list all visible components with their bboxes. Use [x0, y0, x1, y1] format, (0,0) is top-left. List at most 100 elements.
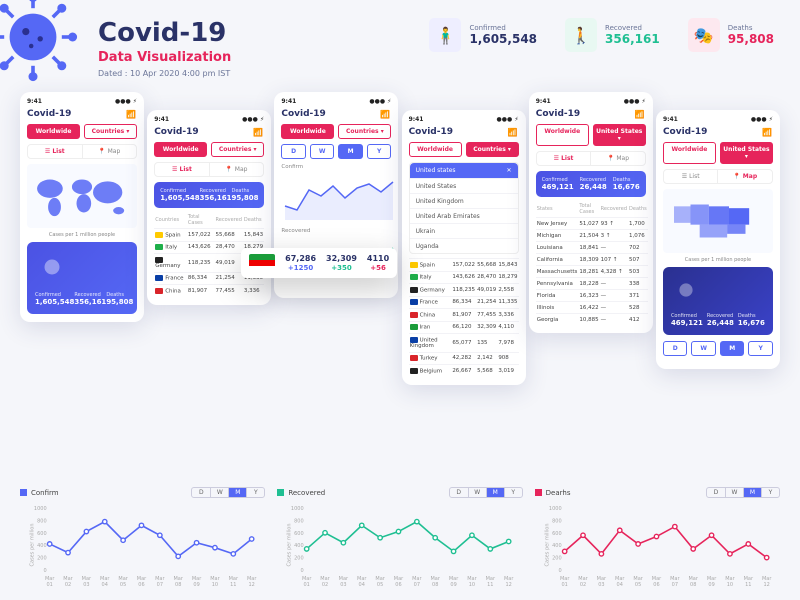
table-row[interactable]: Florida16,323—371	[536, 290, 648, 302]
tab-worldwide[interactable]: Worldwide	[27, 124, 80, 139]
bottom-chart-recovered: Recovered DWMY Cases per million 0200400…	[277, 487, 522, 590]
tab-countries[interactable]: Countries ▾	[466, 142, 519, 157]
svg-text:04: 04	[102, 582, 108, 588]
toggle-list[interactable]: ☰ List	[537, 152, 591, 165]
table-row[interactable]: Louisiana18,841—702	[536, 242, 648, 254]
svg-text:08: 08	[690, 582, 696, 588]
table-row[interactable]: New Jersey51,02793 ↑1,700	[536, 218, 648, 230]
table-row[interactable]: Massachusetts18,2814,328 ↑503	[536, 266, 648, 278]
table-row[interactable]: China81,90777,4553,336	[409, 309, 519, 322]
svg-text:400: 400	[294, 543, 304, 549]
chart-label-confirm: Confirm	[281, 164, 391, 170]
svg-text:04: 04	[616, 582, 622, 588]
tab-worldwide[interactable]: Worldwide	[409, 142, 462, 157]
tab-worldwide[interactable]: Worldwide	[281, 124, 334, 139]
range-m[interactable]: M	[338, 144, 363, 159]
svg-text:1000: 1000	[34, 506, 47, 512]
dropdown-item[interactable]: Uganda	[410, 238, 518, 253]
tab-worldwide[interactable]: Worldwide	[536, 124, 589, 146]
chart-icon[interactable]: 📶	[126, 110, 136, 119]
virus-icon	[0, 0, 78, 82]
svg-text:10: 10	[726, 582, 732, 588]
close-icon[interactable]: ✕	[507, 167, 512, 174]
toggle-map[interactable]: 📍 Map	[590, 152, 645, 165]
svg-text:09: 09	[451, 582, 457, 588]
dropdown-item[interactable]: Ukrain	[410, 223, 518, 238]
signal-icon: ●●● ⚡	[115, 98, 137, 105]
tab-us[interactable]: United States ▾	[720, 142, 773, 164]
chart-icon[interactable]: 📶	[380, 110, 390, 119]
svg-text:06: 06	[396, 582, 402, 588]
svg-text:04: 04	[359, 582, 365, 588]
range-w[interactable]: W	[691, 341, 716, 356]
range-y[interactable]: Y	[748, 341, 773, 356]
range-d[interactable]: D	[663, 341, 688, 356]
world-map[interactable]	[27, 164, 137, 228]
table-row[interactable]: Iran66,12032,3094,110	[409, 321, 519, 334]
svg-text:08: 08	[175, 582, 181, 588]
table-row[interactable]: California18,309107 ↑507	[536, 254, 648, 266]
range-tabs[interactable]: DWMY	[449, 487, 523, 498]
screen-country-list: 9:41●●● ⚡ Covid-19📶 WorldwideCountries ▾…	[147, 110, 271, 305]
range-d[interactable]: D	[281, 144, 306, 159]
page-subtitle: Data Visualization	[98, 50, 231, 65]
stat-confirmed: 🧍‍♂️ Confirmed1,605,548	[429, 18, 537, 52]
dropdown-item[interactable]: United Kingdom	[410, 193, 518, 208]
chart-icon[interactable]: 📶	[762, 128, 772, 137]
country-dropdown[interactable]: United states✕ United StatesUnited Kingd…	[409, 162, 519, 254]
toggle-map[interactable]: 📍 Map	[717, 170, 772, 183]
svg-text:0: 0	[558, 568, 561, 574]
bottom-chart-deaths: Dearhs DWMY Cases per million 0200400600…	[535, 487, 780, 590]
table-row[interactable]: Illinois16,422—528	[536, 302, 648, 314]
svg-text:02: 02	[322, 582, 328, 588]
toggle-list[interactable]: ☰ List	[28, 145, 82, 158]
svg-text:02: 02	[65, 582, 71, 588]
page-title: Covid-19	[98, 18, 231, 48]
range-w[interactable]: W	[310, 144, 335, 159]
table-row[interactable]: Germany118,23549,0192,558	[409, 284, 519, 297]
table-row[interactable]: Turkey42,2822,142908	[409, 352, 519, 365]
us-map[interactable]	[663, 189, 773, 253]
svg-text:09: 09	[708, 582, 714, 588]
chart-icon[interactable]: 📶	[253, 128, 263, 137]
range-tabs[interactable]: DWMY	[191, 487, 265, 498]
tab-countries[interactable]: Countries ▾	[338, 124, 391, 139]
table-row[interactable]: Italy143,62628,47018,279	[409, 271, 519, 284]
kpi-strip-us: Confirmed469,121 Recovered26,448 Deaths1…	[536, 171, 646, 197]
svg-text:09: 09	[193, 582, 199, 588]
toggle-map[interactable]: 📍 Map	[82, 145, 137, 158]
tab-worldwide[interactable]: Worldwide	[663, 142, 716, 164]
toggle-map[interactable]: 📍 Map	[209, 163, 264, 176]
tab-countries[interactable]: Countries ▾	[211, 142, 264, 157]
tab-worldwide[interactable]: Worldwide	[154, 142, 207, 157]
svg-text:1000: 1000	[549, 506, 562, 512]
page-date: Dated : 10 Apr 2020 4:00 pm IST	[98, 69, 231, 78]
table-row[interactable]: Pennsylvania18,228—338	[536, 278, 648, 290]
table-row[interactable]: Georgia10,885—412	[536, 314, 648, 326]
mini-chart-confirm	[281, 176, 401, 220]
table-row[interactable]: Belgium26,6675,5683,019	[409, 365, 519, 377]
svg-text:05: 05	[635, 582, 641, 588]
tab-us[interactable]: United States ▾	[593, 124, 646, 146]
toggle-list[interactable]: ☰ List	[155, 163, 209, 176]
table-row[interactable]: France86,33421,25411,335	[409, 296, 519, 309]
range-m[interactable]: M	[720, 341, 745, 356]
table-row[interactable]: Spain157,02255,66815,843	[154, 229, 264, 242]
svg-text:800: 800	[294, 518, 304, 524]
svg-text:01: 01	[304, 582, 310, 588]
dropdown-item[interactable]: United States	[410, 178, 518, 193]
svg-text:07: 07	[671, 582, 677, 588]
chart-icon[interactable]: 📶	[508, 128, 518, 137]
range-tabs[interactable]: DWMY	[706, 487, 780, 498]
svg-text:01: 01	[46, 582, 52, 588]
table-row[interactable]: China81,90777,4553,336	[154, 285, 264, 297]
dropdown-item[interactable]: United Arab Emirates	[410, 208, 518, 223]
range-y[interactable]: Y	[367, 144, 392, 159]
table-row[interactable]: Michigan21,5043 ↑1,076	[536, 230, 648, 242]
table-row[interactable]: Spain157,02255,66815,843	[409, 259, 519, 272]
chart-icon[interactable]: 📶	[635, 110, 645, 119]
tab-countries[interactable]: Countries ▾	[84, 124, 137, 139]
toggle-list[interactable]: ☰ List	[664, 170, 718, 183]
svg-text:Cases per million: Cases per million	[30, 524, 36, 567]
table-row[interactable]: United Kingdom65,0771357,978	[409, 334, 519, 353]
